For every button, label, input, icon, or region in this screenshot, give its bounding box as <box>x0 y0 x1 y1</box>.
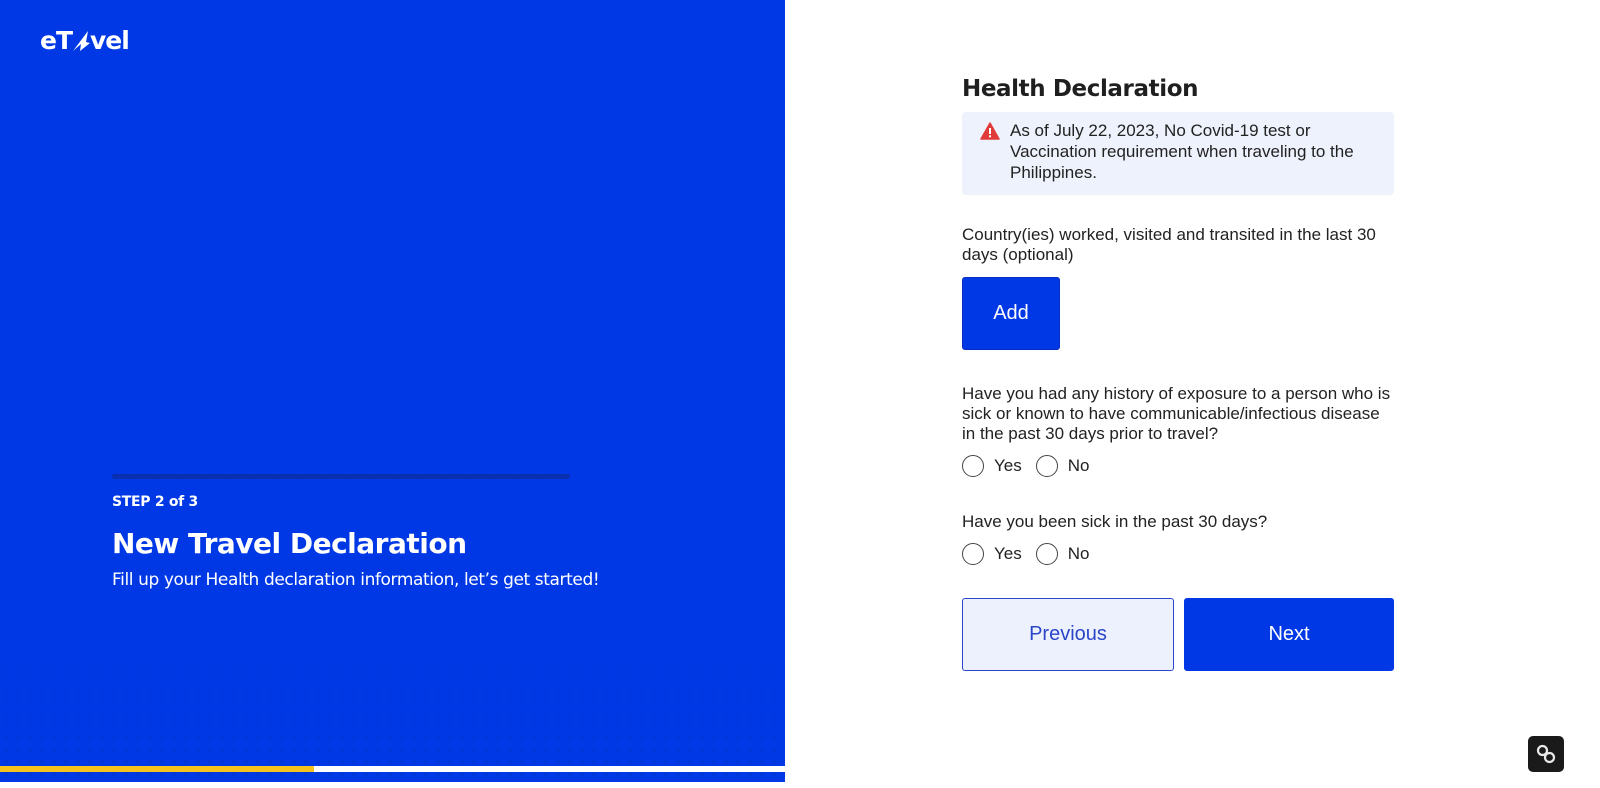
step-label: STEP 2 of 3 <box>112 494 198 510</box>
form-title: Health Declaration <box>962 76 1199 102</box>
link-widget-button[interactable] <box>1528 736 1564 772</box>
exposure-yes-label: Yes <box>994 456 1022 475</box>
left-panel: eT vel STEP 2 of 3 New Travel Declaratio… <box>0 0 785 782</box>
next-button[interactable]: Next <box>1184 598 1394 671</box>
exposure-no-radio[interactable] <box>1035 455 1058 477</box>
sick-radio-group: Yes No <box>962 542 1394 566</box>
logo-text-suffix: vel <box>90 26 130 55</box>
page-title: New Travel Declaration <box>112 527 467 560</box>
exposure-radio-group: Yes No <box>962 454 1394 478</box>
sick-yes-label: Yes <box>994 544 1022 563</box>
sick-no-label: No <box>1067 544 1090 563</box>
alert-text: As of July 22, 2023, No Covid-19 test or… <box>1010 121 1354 182</box>
bottom-progress-bar <box>0 766 785 772</box>
link-icon <box>1536 744 1556 764</box>
add-country-button[interactable]: Add <box>962 277 1060 350</box>
exposure-yes-radio[interactable] <box>962 455 984 477</box>
bottom-progress-fill <box>0 766 314 772</box>
sick-no-radio[interactable] <box>1035 543 1058 565</box>
exposure-question: Have you had any history of exposure to … <box>962 384 1391 443</box>
warning-icon <box>980 122 1000 140</box>
exposure-yes-option[interactable]: Yes <box>962 455 1022 477</box>
health-declaration-form: Health Declaration As of July 22, 2023, … <box>962 76 1394 671</box>
sick-no-option[interactable]: No <box>1035 543 1090 565</box>
exposure-no-label: No <box>1067 456 1090 475</box>
page-subtitle: Fill up your Health declaration informat… <box>112 570 600 590</box>
plane-icon <box>73 30 91 51</box>
exposure-no-option[interactable]: No <box>1035 455 1090 477</box>
sick-question: Have you been sick in the past 30 days? <box>962 512 1268 531</box>
form-navigation: Previous Next <box>962 598 1394 671</box>
step-progress-track <box>112 474 570 479</box>
countries-label: Country(ies) worked, visited and transit… <box>962 225 1376 264</box>
etravel-logo[interactable]: eT vel <box>40 26 130 55</box>
sick-yes-radio[interactable] <box>962 543 984 565</box>
covid-notice-alert: As of July 22, 2023, No Covid-19 test or… <box>962 112 1394 195</box>
previous-button[interactable]: Previous <box>962 598 1174 671</box>
logo-text-prefix: eT <box>40 26 73 55</box>
sick-yes-option[interactable]: Yes <box>962 543 1022 565</box>
